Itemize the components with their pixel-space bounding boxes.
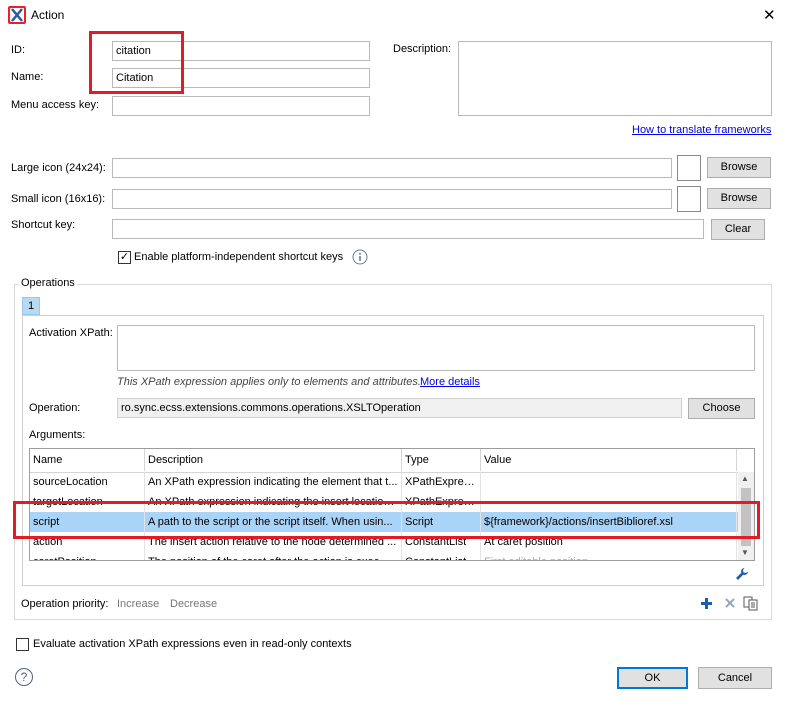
table-row[interactable]: action The insert action relative to the… bbox=[30, 532, 754, 552]
shortcut-key-label: Shortcut key: bbox=[11, 219, 76, 231]
copy-icon[interactable] bbox=[743, 596, 759, 611]
menu-access-key-label: Menu access key: bbox=[11, 99, 100, 111]
evaluate-readonly-label: Evaluate activation XPath expressions ev… bbox=[33, 638, 352, 650]
app-logo-icon bbox=[8, 6, 26, 24]
id-field[interactable]: citation bbox=[112, 41, 370, 61]
operation-label: Operation: bbox=[29, 402, 81, 414]
scroll-thumb[interactable] bbox=[741, 488, 751, 546]
cell-value bbox=[481, 472, 737, 492]
close-icon[interactable]: ✕ bbox=[763, 6, 776, 24]
cell-type: XPathExpres... bbox=[402, 472, 481, 492]
name-field[interactable]: Citation bbox=[112, 68, 370, 88]
more-details-link[interactable]: More details bbox=[420, 376, 480, 388]
cell-type: Script bbox=[402, 512, 481, 532]
increase-link[interactable]: Increase bbox=[117, 598, 159, 610]
add-icon[interactable] bbox=[700, 597, 713, 610]
menu-access-key-field[interactable] bbox=[112, 96, 370, 116]
title-bar: Action ✕ bbox=[0, 0, 785, 30]
cell-type: ConstantList bbox=[402, 532, 481, 552]
arguments-table: Name Description Type Value sourceLocati… bbox=[29, 448, 755, 561]
cell-type: ConstantList bbox=[402, 552, 481, 560]
small-icon-label: Small icon (16x16): bbox=[11, 193, 106, 205]
help-icon[interactable]: ? bbox=[15, 668, 33, 686]
table-row-selected[interactable]: script A path to the script or the scrip… bbox=[30, 512, 754, 532]
name-label: Name: bbox=[11, 71, 44, 83]
id-label: ID: bbox=[11, 44, 26, 56]
arguments-label: Arguments: bbox=[29, 429, 86, 441]
info-icon[interactable] bbox=[352, 249, 368, 265]
operation-field[interactable]: ro.sync.ecss.extensions.commons.operatio… bbox=[117, 398, 682, 418]
cancel-button[interactable]: Cancel bbox=[698, 667, 772, 689]
small-icon-browse-button[interactable]: Browse bbox=[707, 188, 771, 209]
cell-description: An XPath expression indicating the eleme… bbox=[145, 472, 402, 492]
wrench-icon[interactable] bbox=[735, 567, 749, 581]
choose-button[interactable]: Choose bbox=[688, 398, 755, 419]
cell-description: A path to the script or the script itsel… bbox=[145, 512, 402, 532]
tab-1[interactable]: 1 bbox=[22, 297, 40, 315]
table-scrollbar[interactable]: ▲ ▼ bbox=[738, 472, 754, 560]
operations-group-label: Operations bbox=[19, 277, 77, 289]
cell-type: XPathExpres... bbox=[402, 492, 481, 512]
large-icon-preview bbox=[677, 155, 701, 181]
table-row[interactable]: sourceLocation An XPath expression indic… bbox=[30, 472, 754, 492]
cell-value: At caret position bbox=[481, 532, 737, 552]
remove-icon[interactable] bbox=[724, 597, 736, 609]
cell-name: action bbox=[30, 532, 145, 552]
scroll-up-arrow-icon[interactable]: ▲ bbox=[741, 474, 749, 483]
xpath-hint-text: This XPath expression applies only to el… bbox=[117, 376, 421, 388]
table-row[interactable]: caretPosition The position of the caret … bbox=[30, 552, 754, 560]
table-row[interactable]: targetLocation An XPath expression indic… bbox=[30, 492, 754, 512]
clear-button[interactable]: Clear bbox=[711, 219, 765, 240]
evaluate-readonly-checkbox[interactable] bbox=[16, 638, 29, 651]
cell-name: sourceLocation bbox=[30, 472, 145, 492]
window-title: Action bbox=[31, 8, 65, 22]
translate-frameworks-link[interactable]: How to translate frameworks bbox=[632, 124, 771, 136]
description-field[interactable] bbox=[458, 41, 772, 116]
cell-name: targetLocation bbox=[30, 492, 145, 512]
cell-name: script bbox=[30, 512, 145, 532]
cell-description: An XPath expression indicating the inser… bbox=[145, 492, 402, 512]
cell-name: caretPosition bbox=[30, 552, 145, 560]
enable-shortcut-label: Enable platform-independent shortcut key… bbox=[134, 251, 344, 263]
large-icon-browse-button[interactable]: Browse bbox=[707, 157, 771, 178]
cell-value: ${framework}/actions/insertBiblioref.xsl bbox=[481, 512, 737, 532]
column-header[interactable]: Type bbox=[402, 449, 481, 471]
shortcut-key-field[interactable] bbox=[112, 219, 704, 239]
activation-xpath-field[interactable] bbox=[117, 325, 755, 371]
table-header: Name Description Type Value bbox=[30, 449, 754, 473]
scroll-down-arrow-icon[interactable]: ▼ bbox=[741, 548, 749, 557]
decrease-link[interactable]: Decrease bbox=[170, 598, 217, 610]
large-icon-field[interactable] bbox=[112, 158, 672, 178]
small-icon-field[interactable] bbox=[112, 189, 672, 209]
column-header[interactable]: Name bbox=[30, 449, 145, 471]
cell-description: The position of the caret after the acti… bbox=[145, 552, 402, 560]
column-header[interactable]: Value bbox=[481, 449, 737, 471]
cell-value bbox=[481, 492, 737, 512]
description-label: Description: bbox=[393, 43, 452, 55]
operation-priority-label: Operation priority: bbox=[21, 598, 109, 610]
ok-button[interactable]: OK bbox=[617, 667, 688, 689]
activation-xpath-label: Activation XPath: bbox=[29, 327, 113, 339]
enable-shortcut-checkbox[interactable]: ✓ bbox=[118, 251, 131, 264]
cell-value: First editable position bbox=[481, 552, 737, 560]
small-icon-preview bbox=[677, 186, 701, 212]
large-icon-label: Large icon (24x24): bbox=[11, 162, 106, 174]
cell-description: The insert action relative to the node d… bbox=[145, 532, 402, 552]
column-header[interactable]: Description bbox=[145, 449, 402, 471]
